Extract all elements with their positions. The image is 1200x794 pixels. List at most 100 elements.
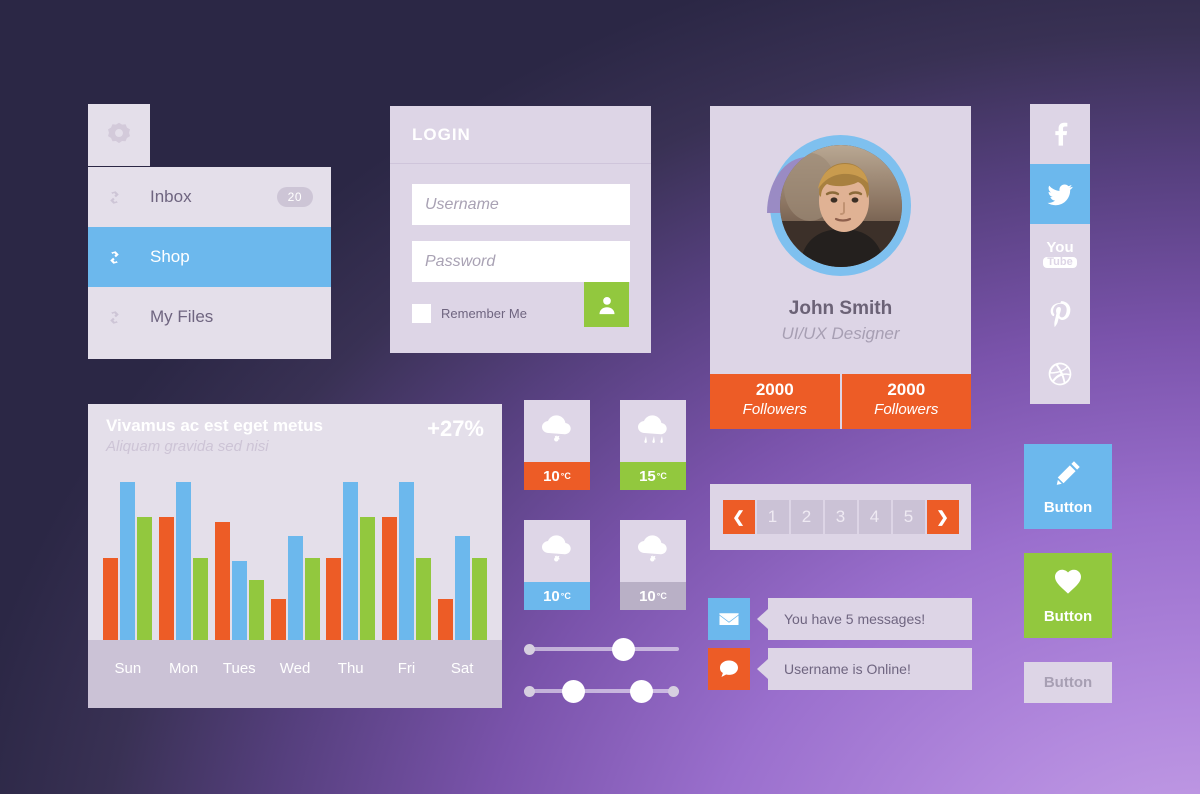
stat-number: 2000 bbox=[887, 380, 926, 399]
link-icon bbox=[110, 250, 119, 264]
social-pinterest-button[interactable] bbox=[1030, 284, 1090, 344]
social-twitter-button[interactable] bbox=[1030, 164, 1090, 224]
bar-group bbox=[434, 535, 490, 640]
bar-series-3-sat bbox=[471, 557, 487, 640]
login-header: LOGIN bbox=[390, 106, 651, 164]
heart-icon bbox=[1055, 569, 1081, 594]
social-youtube-button[interactable]: You Tube bbox=[1030, 224, 1090, 284]
action-button-plain[interactable]: Button bbox=[1024, 662, 1112, 703]
bar-group bbox=[267, 535, 323, 640]
pagination-page-4[interactable]: 4 bbox=[858, 500, 891, 534]
login-submit-button[interactable] bbox=[584, 282, 629, 327]
axis-label: Sat bbox=[450, 660, 474, 677]
profile-name: John Smith bbox=[788, 298, 893, 319]
weather-temperature: 10 °C bbox=[524, 462, 590, 490]
remember-me-checkbox[interactable] bbox=[412, 304, 431, 323]
weather-icon-area bbox=[524, 400, 590, 462]
gear-icon bbox=[108, 122, 130, 144]
button-stack: Button Button Button bbox=[1024, 444, 1112, 727]
notification-bubble: Username is Online! bbox=[757, 648, 972, 690]
dribbble-icon bbox=[1048, 362, 1072, 386]
bar-series-3-tues bbox=[248, 579, 264, 640]
weather-card[interactable]: 10 °C bbox=[524, 520, 590, 610]
sidebar-item-my-files[interactable]: My Files bbox=[88, 287, 331, 347]
cloud-snow-icon bbox=[542, 535, 571, 562]
pagination-next-button[interactable]: ❯ bbox=[926, 500, 959, 534]
temp-unit: °C bbox=[656, 591, 667, 601]
bar-series-1-sun bbox=[103, 557, 119, 640]
youtube-icon: You Tube bbox=[1043, 239, 1077, 268]
range-handle-high[interactable] bbox=[630, 680, 653, 703]
weather-icon-area bbox=[524, 520, 590, 582]
bar-chart-panel: Vivamus ac est eget metus Aliquam gravid… bbox=[88, 404, 502, 708]
pagination-page-1[interactable]: 1 bbox=[756, 500, 789, 534]
link-icon bbox=[110, 310, 119, 324]
range-start-dot bbox=[524, 686, 535, 697]
bar-series-1-wed bbox=[270, 598, 286, 640]
slider-track[interactable] bbox=[524, 647, 679, 651]
bar-series-3-sun bbox=[137, 516, 153, 640]
axis-label: Thu bbox=[337, 660, 364, 677]
sidebar-item-shop[interactable]: Shop bbox=[88, 227, 331, 287]
pinterest-icon bbox=[1050, 301, 1071, 327]
login-body bbox=[390, 164, 651, 282]
pagination: ❮ 1 2 3 4 5 ❯ bbox=[722, 500, 959, 534]
password-input[interactable] bbox=[412, 241, 630, 282]
login-title: LOGIN bbox=[412, 124, 471, 144]
axis-label: Sun bbox=[114, 660, 142, 677]
single-slider[interactable] bbox=[524, 636, 684, 662]
action-button-blue[interactable]: Button bbox=[1024, 444, 1112, 529]
link-icon bbox=[106, 249, 142, 266]
pagination-page-5[interactable]: 5 bbox=[892, 500, 925, 534]
weather-icon-area bbox=[620, 520, 686, 582]
slider-handle[interactable] bbox=[612, 638, 635, 661]
bar-group bbox=[211, 521, 267, 640]
temp-value: 10 bbox=[543, 587, 560, 605]
range-end-dot bbox=[668, 686, 679, 697]
pagination-page-3[interactable]: 3 bbox=[824, 500, 857, 534]
button-label: Button bbox=[1043, 608, 1093, 625]
bar-group bbox=[379, 482, 435, 640]
range-slider[interactable] bbox=[524, 678, 684, 704]
social-dribbble-button[interactable] bbox=[1030, 344, 1090, 404]
social-links: You Tube bbox=[1030, 104, 1090, 404]
chart-title: Vivamus ac est eget metus bbox=[106, 416, 324, 435]
chat-bubble-icon-tile[interactable] bbox=[708, 648, 750, 690]
notification-bubble: You have 5 messages! bbox=[757, 598, 972, 640]
weather-card[interactable]: 15 °C bbox=[620, 400, 686, 490]
bar-series-1-mon bbox=[159, 516, 175, 640]
range-track[interactable] bbox=[524, 689, 679, 693]
weather-card[interactable]: 10 °C bbox=[620, 520, 686, 610]
stat-number: 2000 bbox=[755, 380, 794, 399]
axis-label: Fri bbox=[397, 660, 416, 677]
weather-card[interactable]: 10 °C bbox=[524, 400, 590, 490]
button-label: Button bbox=[1043, 674, 1093, 691]
follower-stat: 2000 Followers bbox=[839, 374, 971, 429]
bar-series-1-fri bbox=[381, 516, 397, 640]
avatar-ring bbox=[767, 135, 911, 276]
youtube-you-text: You bbox=[1046, 239, 1074, 256]
bar-group bbox=[323, 482, 379, 640]
social-facebook-button[interactable] bbox=[1030, 104, 1090, 164]
mail-icon-tile[interactable] bbox=[708, 598, 750, 640]
menu-settings-button[interactable] bbox=[88, 104, 150, 166]
pagination-prev-button[interactable]: ❮ bbox=[722, 500, 755, 534]
notification-list: You have 5 messages! Username is Online! bbox=[708, 598, 972, 698]
username-input[interactable] bbox=[412, 184, 630, 225]
youtube-tube-badge: Tube bbox=[1043, 257, 1077, 268]
axis-label: Wed bbox=[279, 660, 311, 677]
twitter-icon bbox=[1047, 184, 1073, 206]
axis-label: Tues bbox=[222, 660, 256, 677]
avatar bbox=[779, 144, 902, 267]
notification-item[interactable]: Username is Online! bbox=[708, 648, 972, 690]
range-handle-low[interactable] bbox=[562, 680, 585, 703]
button-label: Button bbox=[1043, 499, 1093, 516]
action-button-green[interactable]: Button bbox=[1024, 553, 1112, 638]
pagination-page-2[interactable]: 2 bbox=[790, 500, 823, 534]
profile-card: John Smith UI/UX Designer 2000 Followers 2… bbox=[710, 106, 971, 429]
ui-kit-canvas: Inbox 20 Shop My Files LOGIN Remember Me bbox=[0, 0, 1200, 794]
bar-series-3-fri bbox=[415, 557, 431, 640]
cloud-snow-icon bbox=[638, 535, 667, 562]
notification-item[interactable]: You have 5 messages! bbox=[708, 598, 972, 640]
sidebar-item-inbox[interactable]: Inbox 20 bbox=[88, 167, 331, 227]
